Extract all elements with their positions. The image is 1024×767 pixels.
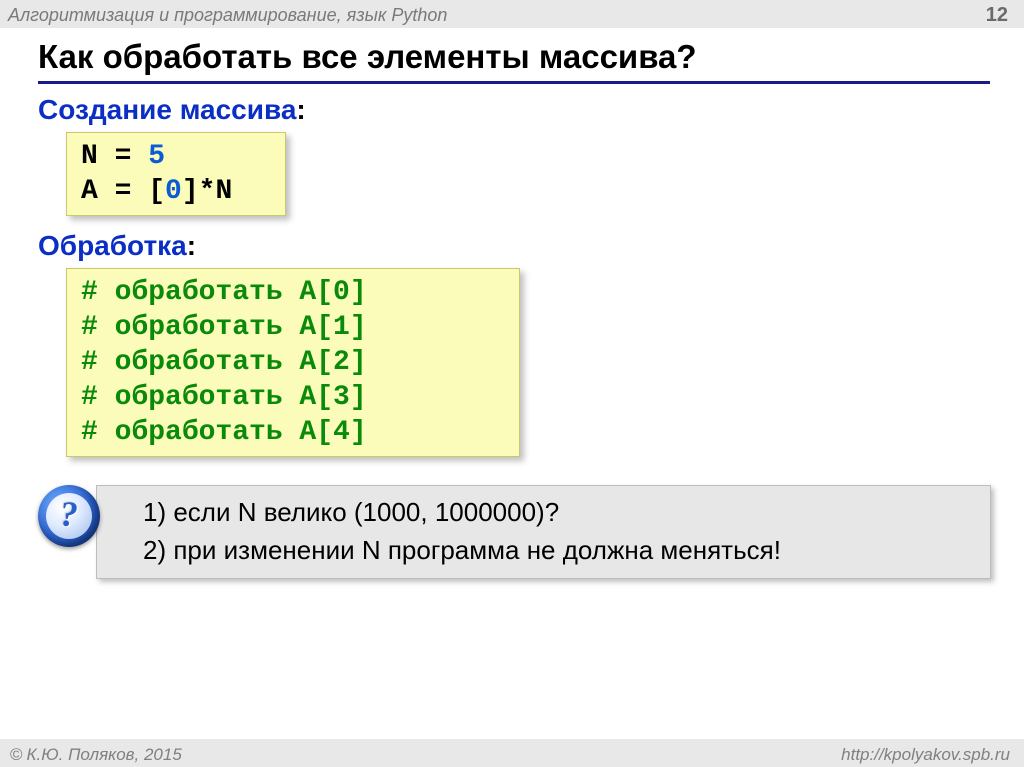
question-item-1: 1) если N велико (1000, 1000000)? (143, 494, 976, 532)
section-process-text: Обработка (38, 230, 187, 261)
code-token: A (81, 176, 98, 207)
code-token: 5 (148, 141, 165, 172)
code-create-array: N = 5 A = [0]*N (66, 132, 286, 216)
code-comment: # обработать A[0] (81, 277, 367, 308)
course-title: Алгоритмизация и программирование, язык … (8, 5, 447, 26)
code-token: ]*N (182, 176, 232, 207)
slide-footer: ©К.Ю. Поляков, 2015 http://kpolyakov.spb… (0, 739, 1024, 767)
question-panel: 1) если N велико (1000, 1000000)? 2) при… (96, 485, 991, 578)
slide-title: Как обработать все элементы массива? (38, 36, 990, 84)
slide-content: Как обработать все элементы массива? Соз… (0, 28, 1024, 579)
footer-copyright: ©К.Ю. Поляков, 2015 (10, 745, 182, 765)
section-process-label: Обработка: (38, 230, 990, 262)
code-comment: # обработать A[1] (81, 312, 367, 343)
code-token: = [ (98, 176, 165, 207)
section-create-text: Создание массива (38, 94, 296, 125)
code-comment: # обработать A[2] (81, 347, 367, 378)
slide-header: Алгоритмизация и программирование, язык … (0, 0, 1024, 28)
code-token: = (98, 141, 148, 172)
question-mark: ? (60, 493, 78, 535)
code-comment: # обработать A[3] (81, 382, 367, 413)
code-token: 0 (165, 176, 182, 207)
page-number: 12 (986, 4, 1008, 27)
code-comment: # обработать A[4] (81, 417, 367, 448)
code-token: N (81, 141, 98, 172)
section-create-label: Создание массива: (38, 94, 990, 126)
code-process-array: # обработать A[0] # обработать A[1] # об… (66, 268, 520, 457)
question-item-2: 2) при изменении N программа не должна м… (143, 532, 976, 570)
footer-url: http://kpolyakov.spb.ru (841, 745, 1010, 765)
footer-copyright-text: К.Ю. Поляков, 2015 (27, 745, 182, 764)
question-icon: ? (38, 485, 100, 547)
question-block: ? 1) если N велико (1000, 1000000)? 2) п… (38, 485, 990, 578)
